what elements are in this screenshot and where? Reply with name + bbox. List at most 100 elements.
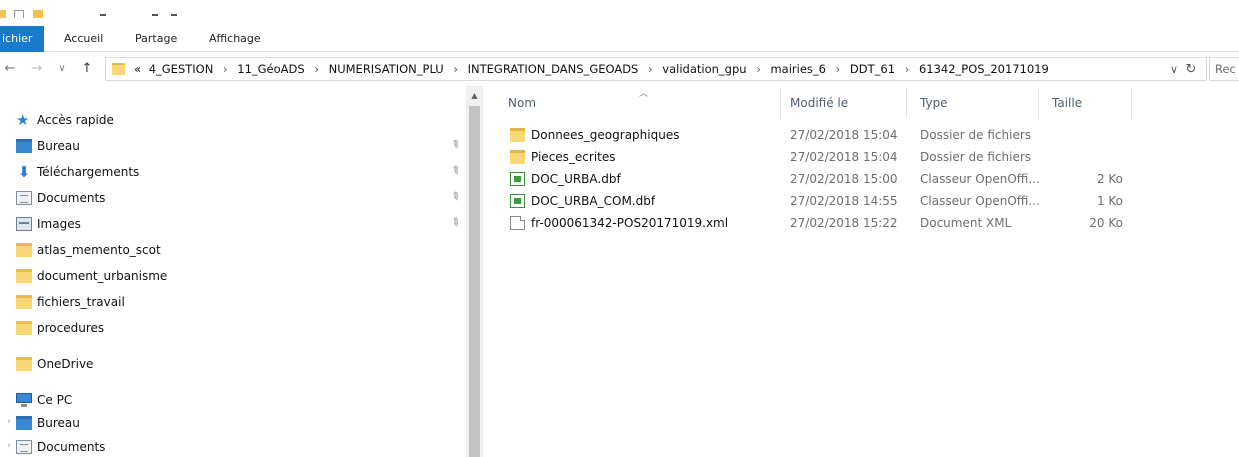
nav-item-folder[interactable]: fichiers_travail <box>0 290 466 314</box>
column-header-size[interactable]: Taille <box>1039 86 1131 119</box>
nav-label: document_urbanisme <box>37 269 168 283</box>
navigation-pane: ★ Accès rapide Bureau ✎ ⬇ Téléchargement… <box>0 86 466 457</box>
dropdown-icon[interactable] <box>152 14 158 16</box>
file-modified: 27/02/2018 15:00 <box>790 172 898 186</box>
column-divider[interactable] <box>1131 88 1132 118</box>
address-bar[interactable]: « 4_GESTION › 11_GéoADS › NUMERISATION_P… <box>105 57 1207 81</box>
breadcrumb-item[interactable]: 61342_POS_20171019 <box>919 58 1049 80</box>
folder-icon <box>112 63 125 75</box>
file-modified: 27/02/2018 15:22 <box>790 216 898 230</box>
nav-item-bureau[interactable]: Bureau ✎ <box>0 134 466 158</box>
checkbox-icon[interactable] <box>14 10 24 18</box>
file-name: DOC_URBA_COM.dbf <box>531 194 656 208</box>
nav-item-telechargements[interactable]: ⬇ Téléchargements ✎ <box>0 160 466 184</box>
breadcrumb-item[interactable]: DDT_61 <box>850 58 895 80</box>
tab-home[interactable]: Accueil <box>64 26 103 52</box>
breadcrumb-item[interactable]: mairies_6 <box>770 58 826 80</box>
documents-icon <box>16 440 32 454</box>
pin-icon[interactable]: ✎ <box>448 137 463 153</box>
file-name: DOC_URBA.dbf <box>531 172 621 186</box>
up-arrow-icon[interactable]: ↑ <box>79 60 95 78</box>
column-header-modified[interactable]: Modifié le <box>781 86 905 119</box>
column-label: Taille <box>1052 96 1083 110</box>
search-input[interactable]: Rec <box>1209 57 1239 81</box>
nav-item-this-pc[interactable]: Ce PC <box>0 388 466 412</box>
star-icon: ★ <box>16 111 30 129</box>
back-arrow-icon[interactable]: ← <box>2 60 18 78</box>
column-label: Modifié le <box>790 96 849 110</box>
folder-icon[interactable] <box>33 10 43 18</box>
file-modified: 27/02/2018 14:55 <box>790 194 898 208</box>
breadcrumb-separator-icon[interactable]: › <box>836 58 841 80</box>
sort-ascending-icon: ︿ <box>639 89 649 99</box>
nav-item-pc-documents[interactable]: › Documents <box>0 435 466 457</box>
file-row[interactable]: fr-000061342-POS20171019.xml 27/02/2018 … <box>483 212 1239 234</box>
expand-chevron-icon[interactable]: › <box>7 440 11 451</box>
folder-icon <box>510 128 525 142</box>
pin-icon[interactable]: ✎ <box>448 189 463 205</box>
breadcrumb-separator-icon[interactable]: › <box>314 58 319 80</box>
breadcrumb-item[interactable]: 4_GESTION <box>149 58 214 80</box>
forward-arrow-icon[interactable]: → <box>29 60 45 78</box>
nav-label: Téléchargements <box>37 165 140 179</box>
breadcrumb-separator-icon[interactable]: › <box>756 58 761 80</box>
nav-label: procedures <box>37 321 105 335</box>
file-row[interactable]: DOC_URBA_COM.dbf 27/02/2018 14:55 Classe… <box>483 190 1239 212</box>
breadcrumb-item[interactable]: INTEGRATION_DANS_GEOADS <box>468 58 639 80</box>
recent-locations-chevron-icon[interactable]: ∨ <box>54 60 70 78</box>
pin-icon[interactable]: ✎ <box>448 215 463 231</box>
nav-item-folder[interactable]: atlas_memento_scot <box>0 238 466 262</box>
breadcrumb-overflow[interactable]: « <box>134 58 141 80</box>
dropdown-icon[interactable] <box>100 14 106 16</box>
breadcrumb-separator-icon[interactable]: › <box>223 58 228 80</box>
file-row[interactable]: Donnees_geographiques 27/02/2018 15:04 D… <box>483 124 1239 146</box>
column-header-type[interactable]: Type <box>907 86 1037 119</box>
breadcrumb-item[interactable]: NUMERISATION_PLU <box>329 58 444 80</box>
file-row[interactable]: DOC_URBA.dbf 27/02/2018 15:00 Classeur O… <box>483 168 1239 190</box>
nav-label: atlas_memento_scot <box>37 243 161 257</box>
nav-item-onedrive[interactable]: OneDrive <box>0 352 466 376</box>
nav-label: Bureau <box>37 139 80 153</box>
folder-icon <box>510 150 525 164</box>
nav-label: OneDrive <box>37 357 94 371</box>
folder-icon <box>0 10 6 18</box>
scroll-up-arrow-icon[interactable]: ▲ <box>466 90 483 102</box>
column-header-name[interactable]: ︿ Nom <box>483 86 780 119</box>
folder-icon <box>16 321 32 335</box>
nav-label: Documents <box>37 440 106 454</box>
breadcrumb-separator-icon[interactable]: › <box>453 58 458 80</box>
file-size <box>1083 124 1123 146</box>
nav-item-documents[interactable]: Documents ✎ <box>0 186 466 210</box>
scrollbar-thumb[interactable] <box>469 106 480 457</box>
nav-label: Ce PC <box>37 393 73 407</box>
tab-share[interactable]: Partage <box>135 26 177 52</box>
pin-icon[interactable]: ✎ <box>448 163 463 179</box>
dropdown-icon[interactable] <box>171 14 177 16</box>
breadcrumb-separator-icon[interactable]: › <box>648 58 653 80</box>
nav-item-folder[interactable]: document_urbanisme <box>0 264 466 288</box>
navigation-pane-scrollbar[interactable]: ▲ <box>466 86 483 457</box>
desktop-icon <box>16 139 32 153</box>
nav-quick-access[interactable]: ★ Accès rapide <box>0 108 466 132</box>
breadcrumb-separator-icon[interactable]: › <box>905 58 910 80</box>
address-history-chevron-icon[interactable]: ∨ <box>1167 62 1181 78</box>
breadcrumb-item[interactable]: validation_gpu <box>662 58 746 80</box>
download-icon: ⬇ <box>17 163 31 181</box>
nav-item-folder[interactable]: procedures <box>0 316 466 340</box>
onedrive-folder-icon <box>16 357 32 371</box>
nav-item-pc-bureau[interactable]: › Bureau <box>0 411 466 435</box>
tab-view[interactable]: Affichage <box>209 26 261 52</box>
computer-icon <box>16 393 32 407</box>
breadcrumb-item[interactable]: 11_GéoADS <box>237 58 304 80</box>
spreadsheet-icon <box>510 194 525 208</box>
tab-file[interactable]: ichier <box>0 26 44 52</box>
file-row[interactable]: Pieces_ecrites 27/02/2018 15:04 Dossier … <box>483 146 1239 168</box>
folder-icon <box>16 243 32 257</box>
column-label: Type <box>920 96 948 110</box>
expand-chevron-icon[interactable]: › <box>7 416 11 427</box>
nav-label: Documents <box>37 191 106 205</box>
title-bar <box>0 0 1239 26</box>
refresh-icon[interactable]: ↻ <box>1183 62 1199 78</box>
nav-item-images[interactable]: Images ✎ <box>0 212 466 236</box>
spreadsheet-icon <box>510 172 525 186</box>
